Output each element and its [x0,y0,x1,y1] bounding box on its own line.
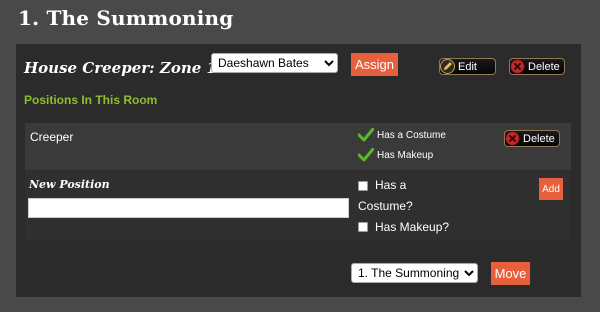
edit-label: Edit [458,60,477,73]
has-makeup-checkbox[interactable] [358,222,368,232]
has-costume-label: Has a Costume? [358,178,413,213]
position-name: Creeper [30,130,74,144]
positions-header: Positions In This Room [24,93,158,107]
delete-zone-button[interactable]: Delete [509,58,565,75]
add-position-button[interactable]: Add [539,178,563,200]
move-scene-select[interactable]: 1. The Summoning [351,263,478,283]
position-row [25,123,571,170]
delete-x-icon [509,58,526,75]
zone-panel: House Creeper: Zone 1 Daeshawn Bates Ass… [16,44,581,297]
has-makeup-label: Has Makeup? [375,220,450,234]
costume-status-label: Has a Costume [377,129,446,141]
assign-button[interactable]: Assign [351,53,398,76]
new-position-input[interactable] [28,198,349,218]
delete-x-icon [504,130,521,147]
assignee-select[interactable]: Daeshawn Bates [211,53,338,73]
makeup-status-label: Has Makeup [377,149,434,161]
move-button[interactable]: Move [491,262,530,285]
costume-status: Has a Costume [358,128,446,142]
zone-title: House Creeper: Zone 1 [24,59,217,77]
edit-zone-button[interactable]: Edit [439,58,496,75]
check-icon [358,148,374,162]
pencil-icon [439,58,456,75]
delete-position-button[interactable]: Delete [504,130,560,147]
page-title: 1. The Summoning [18,6,234,30]
check-icon [358,128,374,142]
new-position-label: New Position [29,178,110,191]
delete-label: Delete [528,60,560,73]
delete-position-label: Delete [523,132,555,145]
makeup-status: Has Makeup [358,148,433,162]
